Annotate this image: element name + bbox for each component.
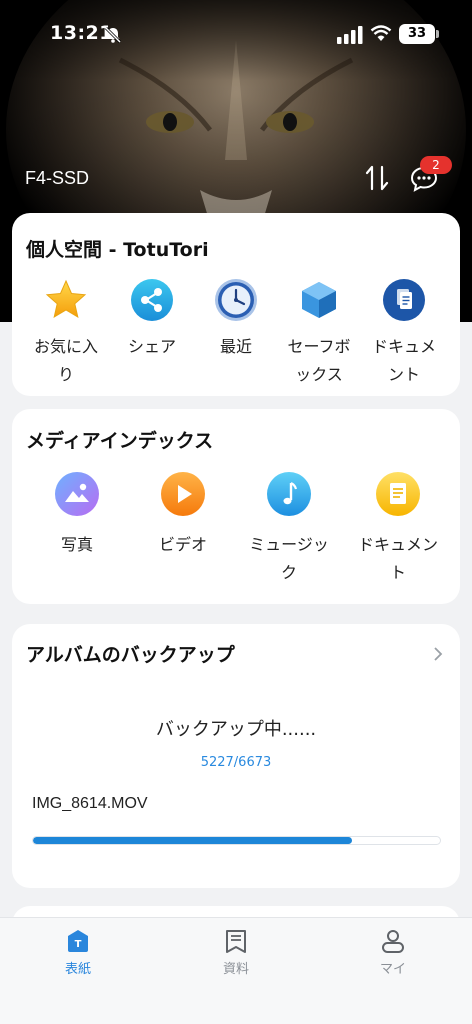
video-icon xyxy=(161,472,205,516)
recent-label: 最近 xyxy=(219,337,252,356)
album-backup-card[interactable]: アルバムのバックアップ バックアップ中...... 5227/6673 IMG_… xyxy=(12,624,460,888)
media-documents-label: ドキュメン xyxy=(357,535,438,554)
documents-button[interactable]: ドキュメ ント xyxy=(362,277,446,389)
documents-label: ドキュメ xyxy=(371,337,436,356)
device-name[interactable]: F4-SSD xyxy=(25,168,89,189)
video-label: ビデオ xyxy=(158,535,207,554)
wifi-icon xyxy=(370,25,392,41)
media-documents-label-line2: ト xyxy=(389,563,406,582)
album-backup-title: アルバムのバックアップ xyxy=(26,644,235,666)
share-label: シェア xyxy=(127,337,176,356)
favorites-label: お気に入 xyxy=(33,337,98,356)
tab-materials[interactable]: 資料 xyxy=(196,928,276,977)
safebox-button[interactable]: セーフボ ックス xyxy=(278,277,360,389)
favorites-label-line2: り xyxy=(57,365,74,384)
document-icon xyxy=(383,279,425,321)
share-icon xyxy=(131,279,173,321)
photos-button[interactable]: 写真 xyxy=(32,471,122,559)
tab-materials-label: 資料 xyxy=(222,962,249,977)
message-badge: 2 xyxy=(420,156,452,174)
favorites-button[interactable]: お気に入 り xyxy=(25,277,107,389)
tab-my[interactable]: マイ xyxy=(353,928,433,977)
cellular-signal-icon xyxy=(337,26,363,44)
media-documents-button[interactable]: ドキュメン ト xyxy=(348,471,448,587)
music-label-line2: ク xyxy=(280,563,297,582)
svg-text:T: T xyxy=(75,939,82,950)
video-button[interactable]: ビデオ xyxy=(138,471,228,559)
photo-icon xyxy=(55,472,99,516)
tab-bar: T 表紙 資料 マイ xyxy=(0,917,472,1024)
share-button[interactable]: シェア xyxy=(111,277,193,361)
home-tile-icon: T xyxy=(68,930,88,952)
recent-button[interactable]: 最近 xyxy=(195,277,277,361)
tab-cover-label: 表紙 xyxy=(64,962,91,977)
safebox-icon xyxy=(302,282,336,318)
media-index-card: メディアインデックス 写真 ビデオ ミュージッ ク ドキュメン ト xyxy=(12,409,460,604)
personal-space-card: 個人空間 - TotuTori お気に入 り シェア 最近 セーフボ ックス ド… xyxy=(12,213,460,396)
personal-space-title: 個人空間 - TotuTori xyxy=(26,239,209,261)
transfer-arrows-icon[interactable] xyxy=(362,163,392,193)
battery-indicator: 33 xyxy=(399,24,435,44)
photos-label: 写真 xyxy=(60,535,93,554)
bell-off-icon xyxy=(104,26,122,44)
doc-file-icon xyxy=(376,472,420,516)
music-icon xyxy=(267,472,311,516)
music-label: ミュージッ xyxy=(249,535,329,554)
bookmark-doc-icon xyxy=(226,930,246,953)
backup-progress-bar xyxy=(32,836,441,845)
backup-progress-fill xyxy=(33,837,352,844)
safebox-label-line2: ックス xyxy=(295,365,343,384)
chevron-right-icon[interactable] xyxy=(432,646,444,662)
music-button[interactable]: ミュージッ ク xyxy=(242,471,336,587)
documents-label-line2: ント xyxy=(387,365,420,384)
backup-count: 5227/6673 xyxy=(200,755,272,770)
status-bar: 13:21 33 xyxy=(0,0,472,70)
battery-tip xyxy=(436,30,439,38)
media-index-title: メディアインデックス xyxy=(26,430,214,452)
backup-current-file: IMG_8614.MOV xyxy=(32,795,148,812)
safebox-label: セーフボ xyxy=(287,337,351,356)
star-icon xyxy=(45,279,87,319)
backup-status-text: バックアップ中...... xyxy=(155,719,317,740)
clock-icon xyxy=(215,279,257,321)
tab-cover[interactable]: T 表紙 xyxy=(38,928,118,977)
tab-my-label: マイ xyxy=(379,962,406,977)
user-icon xyxy=(382,930,404,953)
